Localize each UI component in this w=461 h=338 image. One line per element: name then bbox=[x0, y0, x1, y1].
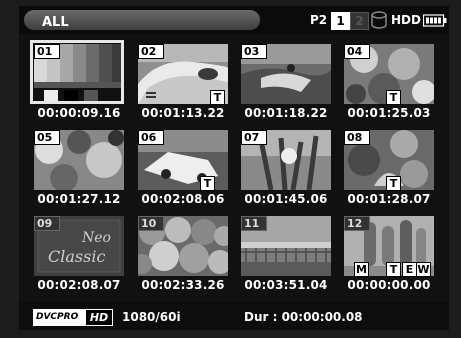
clip-number: 05 bbox=[34, 130, 60, 145]
clip-thumbnail[interactable]: 06 T 00:02:08.06 bbox=[136, 128, 230, 211]
clip-timecode: 00:01:27.12 bbox=[37, 192, 121, 206]
clip-thumbnail[interactable]: 01 00:00:09.16 bbox=[30, 40, 126, 125]
clip-number: 06 bbox=[138, 130, 164, 145]
clip-number: 10 bbox=[138, 216, 164, 231]
clip-timecode: 00:00:00.00 bbox=[347, 278, 431, 292]
slot-2-indicator[interactable]: 2 bbox=[350, 12, 369, 30]
clip-timecode: 00:01:45.06 bbox=[244, 192, 328, 206]
text-memo-icon: T bbox=[386, 90, 401, 105]
clip-number: 09 bbox=[34, 216, 60, 231]
duration-text: Dur : 00:00:00.08 bbox=[244, 310, 363, 324]
clip-thumbnail[interactable]: 02 T 00:01:13.22 bbox=[136, 42, 230, 125]
clip-timecode: 00:01:18.22 bbox=[244, 106, 328, 120]
clip-thumbnail[interactable]: 05 00:01:27.12 bbox=[32, 128, 126, 211]
clip-timecode: 00:01:13.22 bbox=[141, 106, 225, 120]
edit-icon: E bbox=[402, 262, 417, 277]
clip-thumbnail[interactable]: 07 00:01:45.06 bbox=[239, 128, 333, 211]
clip-number: 02 bbox=[138, 44, 164, 59]
text-memo-icon: T bbox=[200, 176, 215, 191]
clip-number: 04 bbox=[344, 44, 370, 59]
clip-timecode: 00:02:08.07 bbox=[37, 278, 121, 292]
clip-thumbnail[interactable]: 04 T 00:01:25.03 bbox=[342, 42, 436, 125]
clip-grid: 01 00:00:09.16 02 T 00:01:13.22 03 00:01… bbox=[19, 39, 449, 301]
clip-thumbnail[interactable]: 03 00:01:18.22 bbox=[239, 42, 333, 125]
p2-label: P2 bbox=[310, 13, 328, 27]
text-memo-icon: T bbox=[210, 90, 225, 105]
hdd-icon bbox=[371, 11, 387, 29]
text-memo-icon: T bbox=[386, 262, 401, 277]
battery-icon bbox=[423, 14, 447, 27]
resolution-text: 1080/60i bbox=[122, 310, 181, 324]
slot-1-indicator[interactable]: 1 bbox=[331, 12, 350, 30]
warning-icon: W bbox=[416, 262, 431, 277]
clip-thumbnail[interactable]: Neo Classic 09 00:02:08.07 bbox=[32, 214, 126, 297]
clip-number: 07 bbox=[241, 130, 267, 145]
clip-timecode: 00:01:28.07 bbox=[347, 192, 431, 206]
clip-timecode: 00:00:09.16 bbox=[37, 106, 121, 120]
clip9-neo-text: Neo bbox=[81, 230, 111, 246]
thumbnail-screen: ALL P2 1 2 HDD 01 00:00:09.16 02 T 00:01… bbox=[19, 6, 449, 330]
clip-thumbnail[interactable]: 08 T 00:01:28.07 bbox=[342, 128, 436, 211]
mode-selector[interactable]: ALL bbox=[24, 10, 260, 30]
format-logo: DVCPRO HD bbox=[33, 309, 113, 326]
clip-number: 08 bbox=[344, 130, 370, 145]
format-hd-text: HD bbox=[86, 310, 112, 325]
clip-timecode: 00:01:25.03 bbox=[347, 106, 431, 120]
clip-number: 12 bbox=[344, 216, 370, 231]
status-bar: DVCPRO HD 1080/60i Dur : 00:00:00.08 bbox=[19, 302, 449, 330]
text-memo-icon: T bbox=[386, 176, 401, 191]
clip-number: 01 bbox=[34, 44, 60, 59]
marker-icon: M bbox=[354, 262, 369, 277]
clip-thumbnail[interactable]: 12 M T E W 00:00:00.00 bbox=[342, 214, 436, 297]
clip-thumbnail[interactable]: 10 00:02:33.26 bbox=[136, 214, 230, 297]
format-text: DVCPRO bbox=[36, 312, 79, 322]
clip-number: 03 bbox=[241, 44, 267, 59]
clip9-classic-text: Classic bbox=[48, 247, 105, 266]
clip-number: 11 bbox=[241, 216, 267, 231]
clip-thumbnail[interactable]: 11 00:03:51.04 bbox=[239, 214, 333, 297]
clip-timecode: 00:02:08.06 bbox=[141, 192, 225, 206]
clip-timecode: 00:03:51.04 bbox=[244, 278, 328, 292]
hdd-label: HDD bbox=[391, 13, 421, 27]
mode-label: ALL bbox=[42, 15, 69, 30]
header-bar: ALL P2 1 2 HDD bbox=[19, 6, 449, 34]
clip-timecode: 00:02:33.26 bbox=[141, 278, 225, 292]
